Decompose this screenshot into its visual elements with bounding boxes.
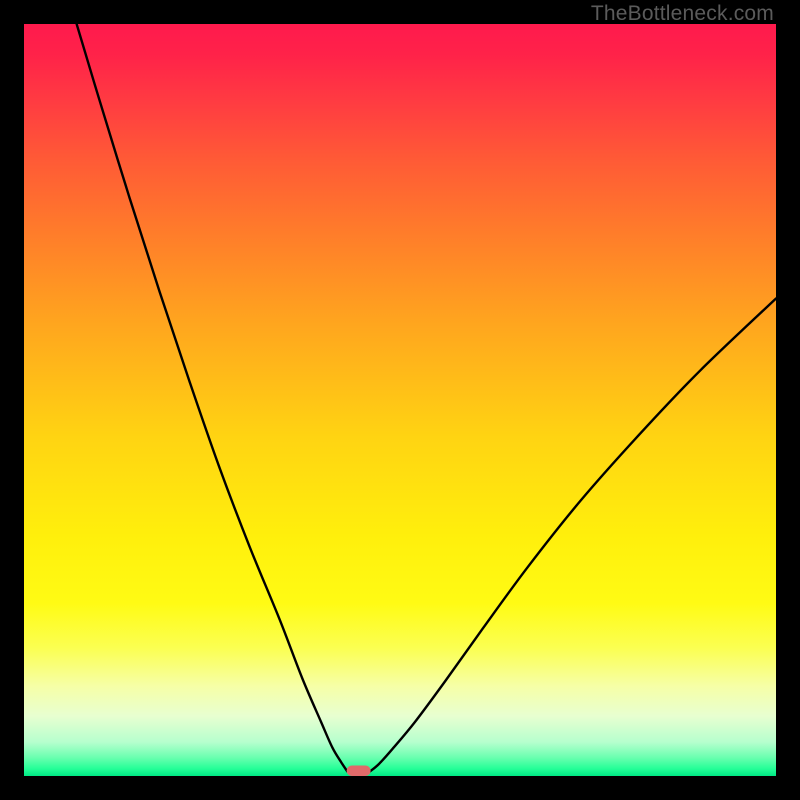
chart-frame bbox=[24, 24, 776, 776]
gradient-background bbox=[24, 24, 776, 776]
watermark-label: TheBottleneck.com bbox=[591, 2, 774, 26]
bottleneck-chart bbox=[24, 24, 776, 776]
optimal-marker bbox=[347, 765, 371, 776]
